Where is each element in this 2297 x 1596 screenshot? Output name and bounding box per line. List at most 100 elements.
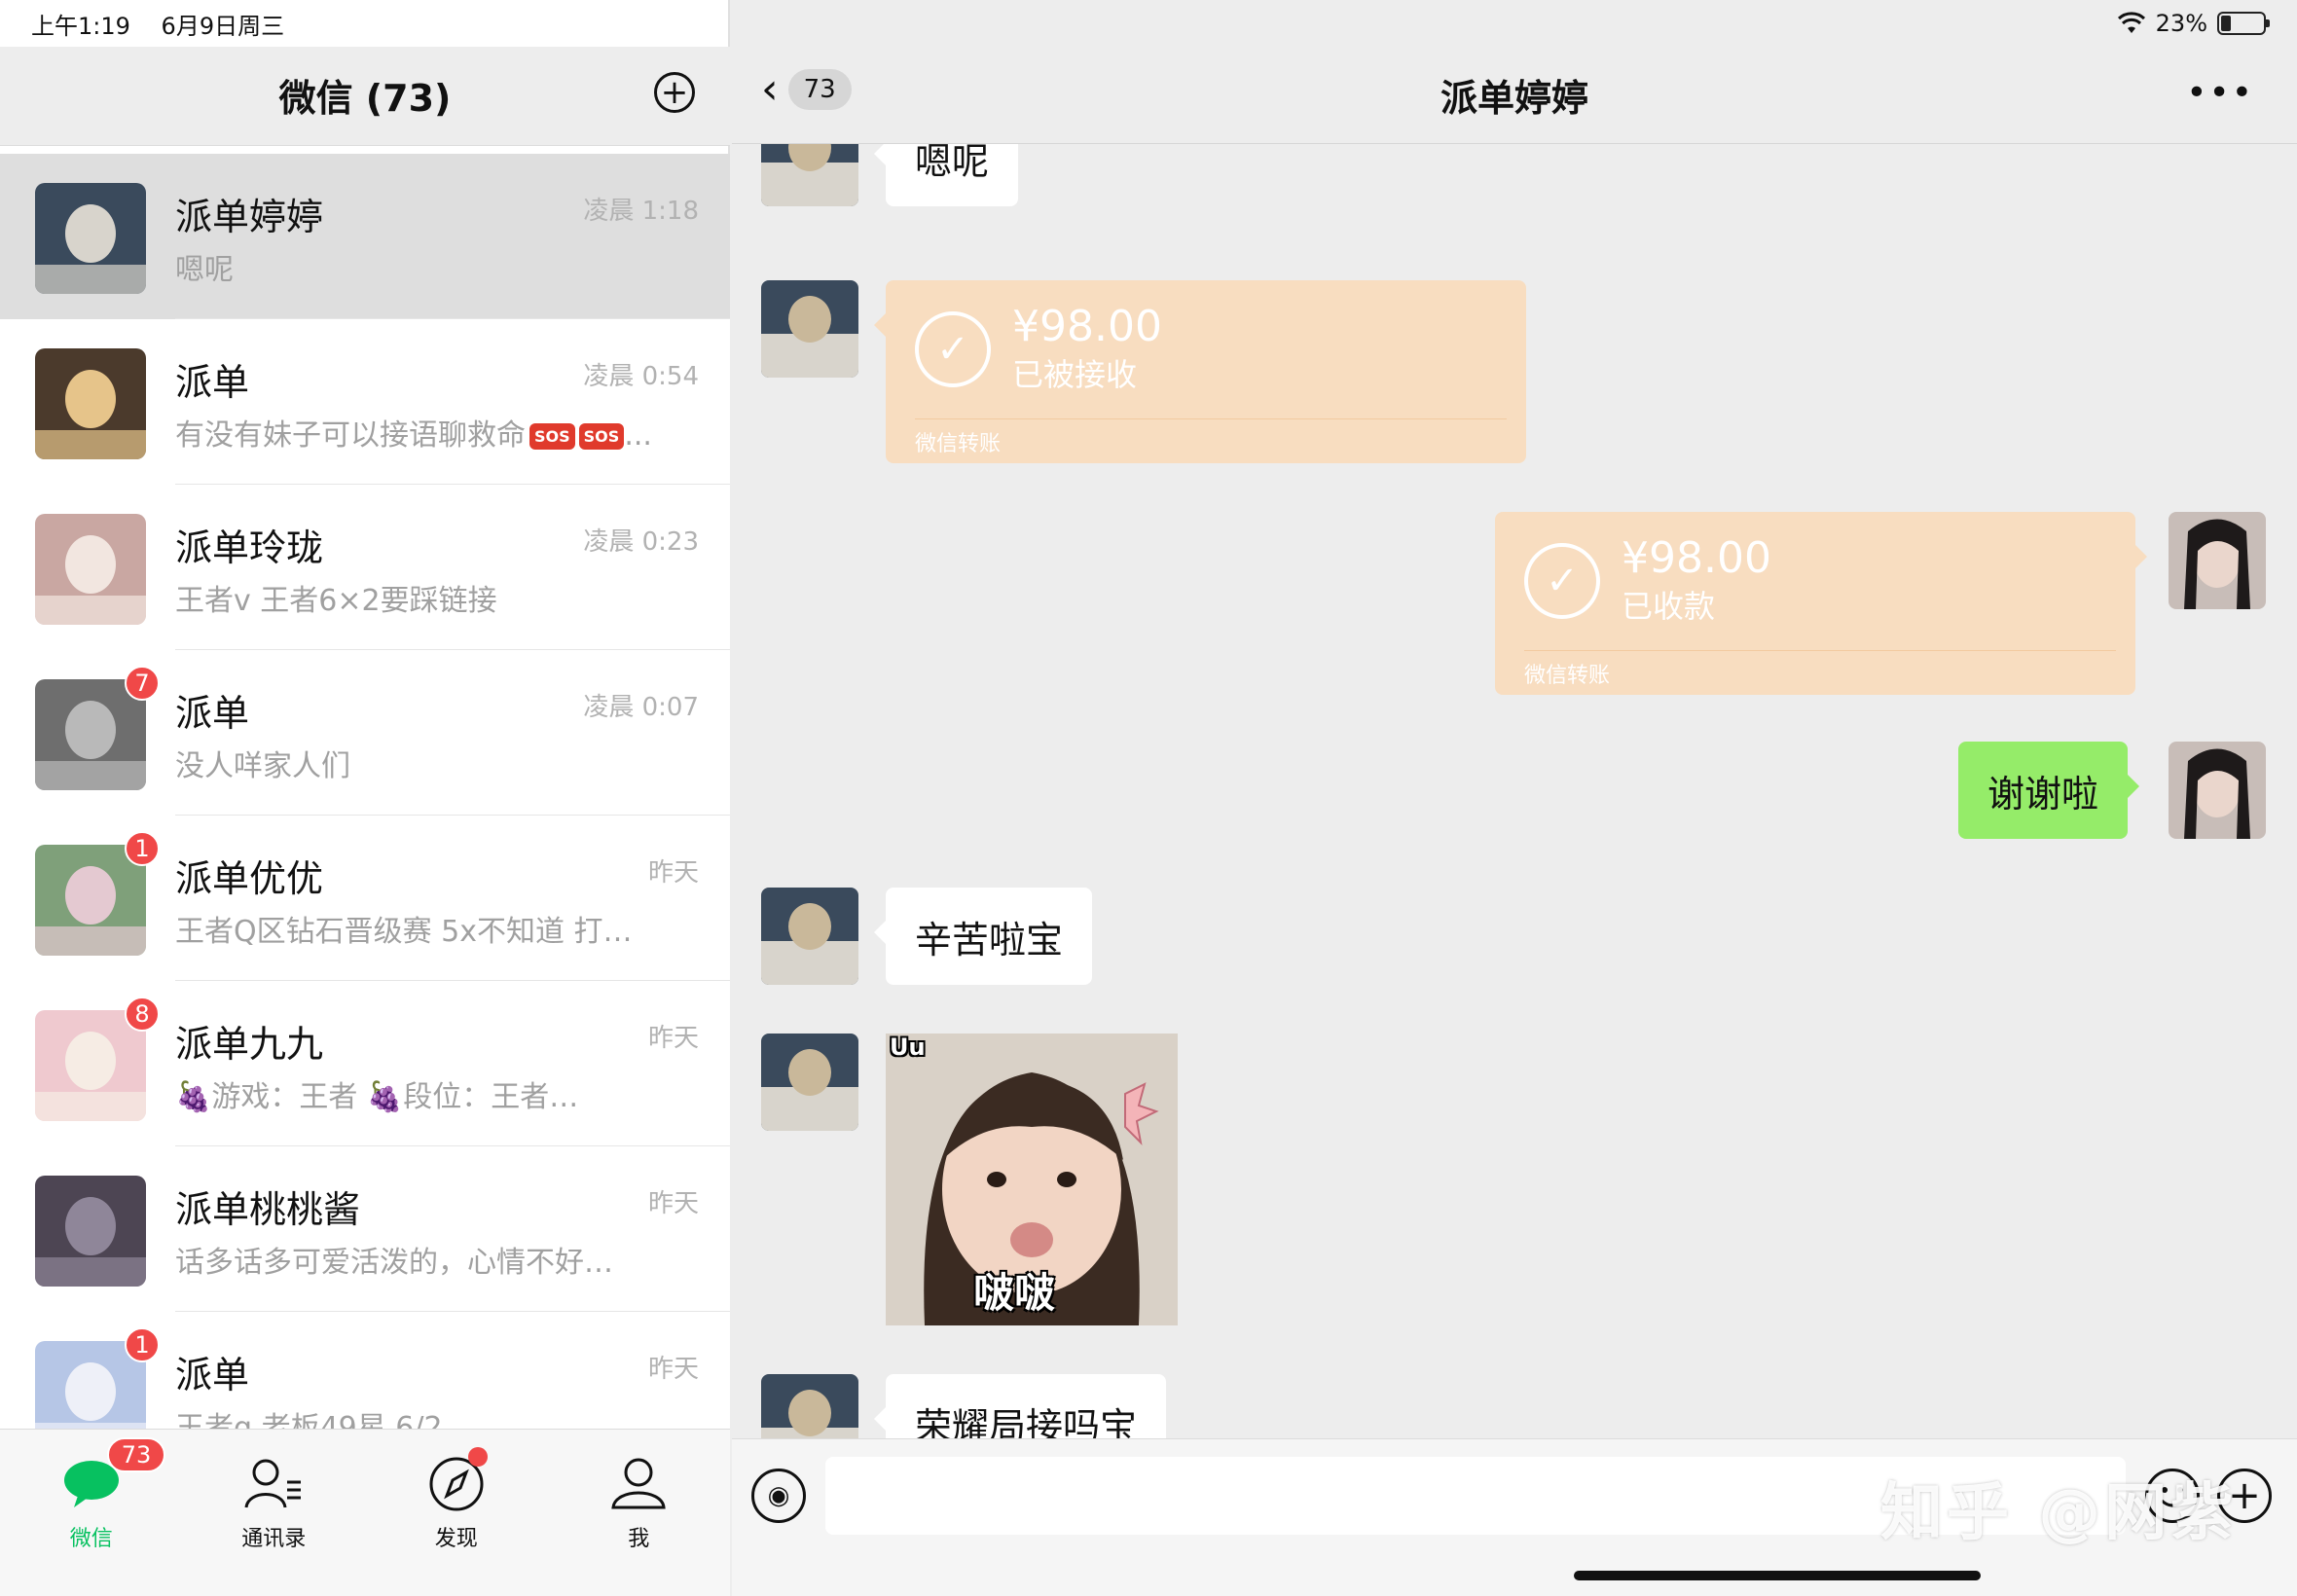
transfer-card-incoming[interactable]: ✓ ¥98.00 已被接收 微信转账: [874, 280, 1526, 463]
message-list: 嗯呢 ✓ ¥98.00 已被接收 微信转账 ✓ ¥98.00 已收款 微信转账: [732, 144, 2297, 1438]
chat-list-item[interactable]: 8 派单九九 昨天 🍇游戏：王者 🍇段位：王者…: [0, 981, 730, 1146]
ellipsis: ...: [624, 418, 652, 453]
transfer-status: 已被接收: [1012, 356, 1138, 393]
check-circle-icon: ✓: [915, 311, 991, 387]
avatar: [35, 348, 146, 459]
add-plus-button[interactable]: +: [654, 72, 695, 113]
tab-me-label: 我: [628, 1527, 650, 1551]
more-options-button[interactable]: •••: [2186, 76, 2254, 111]
person-icon: [607, 1453, 670, 1515]
avatar: [35, 1176, 146, 1287]
chat-list: 派单婷婷 凌晨 1:18 嗯呢 派单 凌晨 0:54 有没有妹子可以接语聊救命 SOS SOS…: [0, 154, 730, 1429]
chat-name: 派单玲珑: [175, 526, 324, 569]
avatar: [35, 183, 146, 294]
transfer-card-outgoing[interactable]: ✓ ¥98.00 已收款 微信转账: [1495, 512, 2147, 695]
chat-name: 派单: [175, 1354, 250, 1396]
transfer-amount: ¥98.00: [1622, 533, 1771, 583]
chat-preview-text: 嗯呢: [175, 253, 234, 287]
tab-discover-label: 发现: [434, 1527, 478, 1551]
status-right: 23%: [2117, 10, 2270, 37]
sos-emoji-icon: SOS: [578, 423, 625, 450]
sticker-tag: Uu: [890, 1034, 926, 1061]
contact-avatar[interactable]: [761, 888, 858, 985]
message-bubble-outgoing[interactable]: 谢谢啦: [1958, 742, 2140, 839]
chat-avatar-wrap: 1: [35, 831, 160, 956]
chat-preview-text: 王者v 王者6×2要踩链接: [175, 584, 497, 618]
chat-time: 凌晨 0:54: [583, 362, 699, 391]
chat-time: 凌晨 1:18: [583, 197, 699, 226]
transfer-amount: ¥98.00: [1012, 302, 1162, 351]
chat-name: 派单优优: [175, 857, 324, 900]
input-bar: ◉ + 知乎 @网紫: [732, 1438, 2297, 1596]
message-bubble-incoming[interactable]: 辛苦啦宝: [873, 888, 1093, 985]
chat-preview: 嗯呢: [175, 245, 681, 288]
unread-badge: 8: [125, 997, 160, 1032]
tab-chats[interactable]: 微信 73: [0, 1430, 183, 1596]
voice-button[interactable]: ◉: [751, 1469, 806, 1523]
message-bubble-incoming[interactable]: 荣耀局接吗宝: [873, 1374, 1167, 1438]
status-time: 上午1:19: [31, 12, 130, 40]
tab-bar: 微信 73 通讯录 发现 我: [0, 1429, 730, 1596]
chat-list-item[interactable]: 7 派单 凌晨 0:07 没人咩家人们: [0, 650, 730, 816]
transfer-divider: [1524, 650, 2116, 651]
battery-icon: [2217, 12, 2270, 35]
chat-name: 派单桃桃酱: [175, 1188, 361, 1231]
chat-name: 派单: [175, 361, 250, 404]
check-circle-icon: ✓: [1524, 543, 1600, 619]
tab-contacts[interactable]: 通讯录: [183, 1430, 366, 1596]
chat-list-item[interactable]: 派单玲珑 凌晨 0:23 王者v 王者6×2要踩链接: [0, 485, 730, 650]
chat-name: 派单婷婷: [175, 196, 324, 238]
status-date: 6月9日周三: [161, 12, 285, 40]
chat-preview: 话多话多可爱活泼的，心情不好…: [175, 1238, 681, 1281]
chat-list-item[interactable]: 派单婷婷 凌晨 1:18 嗯呢: [0, 154, 730, 319]
my-avatar[interactable]: [2169, 512, 2266, 609]
transfer-footer: 微信转账: [1524, 664, 1611, 688]
battery-percent: 23%: [2155, 10, 2207, 37]
chat-time: 昨天: [647, 858, 699, 888]
home-indicator[interactable]: [1574, 1571, 1981, 1580]
chat-name: 派单: [175, 692, 250, 735]
chat-list-item[interactable]: 派单 凌晨 0:54 有没有妹子可以接语聊救命 SOS SOS...: [0, 319, 730, 485]
contact-avatar[interactable]: [761, 280, 858, 378]
unread-badge: 1: [125, 1327, 160, 1362]
contact-avatar[interactable]: [761, 144, 858, 206]
chat-avatar-wrap: [35, 1176, 146, 1287]
chat-pane: ‹ 73 派单婷婷 ••• 嗯呢 ✓ ¥98.00 已被接收 微信转账 ✓ ¥9…: [732, 0, 2297, 1596]
chat-preview-text: 没人咩家人们: [175, 749, 350, 783]
voice-wave-icon: ◉: [767, 1481, 790, 1510]
chat-avatar-wrap: [35, 183, 146, 294]
contact-avatar[interactable]: [761, 1034, 858, 1131]
contact-avatar[interactable]: [761, 1374, 858, 1438]
avatar: [35, 514, 146, 625]
chat-preview-text: 王者Q区钻石晋级赛 5x不知道 打…: [175, 915, 633, 949]
discover-red-dot: [468, 1447, 488, 1467]
chat-time: 昨天: [647, 1355, 699, 1384]
my-avatar[interactable]: [2169, 742, 2266, 839]
status-bar: 上午1:19 6月9日周三 23%: [0, 0, 2297, 47]
chat-avatar-wrap: 1: [35, 1327, 160, 1429]
chat-preview-text: 话多话多可爱活泼的，心情不好…: [175, 1246, 613, 1280]
chat-preview: 王者v 王者6×2要踩链接: [175, 576, 681, 619]
sos-emoji-icon: SOS: [529, 423, 575, 450]
message-bubble-incoming[interactable]: 嗯呢: [873, 144, 1019, 206]
status-left: 上午1:19 6月9日周三: [31, 7, 308, 41]
conversation-list-pane: 微信 (73) + 派单婷婷 凌晨 1:18 嗯呢 派单 凌晨 0:54 有没有妹子可以接…: [0, 0, 730, 1596]
app-root: 上午1:19 6月9日周三 23% 微信 (73) + 派单婷婷 凌晨 1:18 嗯…: [0, 0, 2297, 1596]
chat-title: 派单婷婷: [1440, 77, 1588, 120]
chat-list-item[interactable]: 1 派单 昨天 王者q 老板49星 6/2: [0, 1312, 730, 1429]
chat-list-item[interactable]: 派单桃桃酱 昨天 话多话多可爱活泼的，心情不好…: [0, 1146, 730, 1312]
sticker-caption: 啵啵: [973, 1269, 1056, 1317]
battery-fill: [2221, 16, 2231, 31]
watermark: 知乎 @网紫: [1880, 1477, 2238, 1549]
chat-avatar-wrap: 7: [35, 666, 160, 790]
sticker-image[interactable]: Uu 啵啵: [886, 1034, 1178, 1325]
chat-name: 派单九九: [175, 1023, 324, 1066]
chat-list-item[interactable]: 1 派单优优 昨天 王者Q区钻石晋级赛 5x不知道 打…: [0, 816, 730, 981]
tab-me[interactable]: 我: [548, 1430, 731, 1596]
list-header: 微信 (73) +: [0, 47, 730, 146]
chat-avatar-wrap: [35, 514, 146, 625]
unread-badge: 1: [125, 831, 160, 866]
plus-icon: +: [660, 73, 689, 112]
tab-discover[interactable]: 发现: [365, 1430, 548, 1596]
transfer-divider: [915, 418, 1507, 419]
